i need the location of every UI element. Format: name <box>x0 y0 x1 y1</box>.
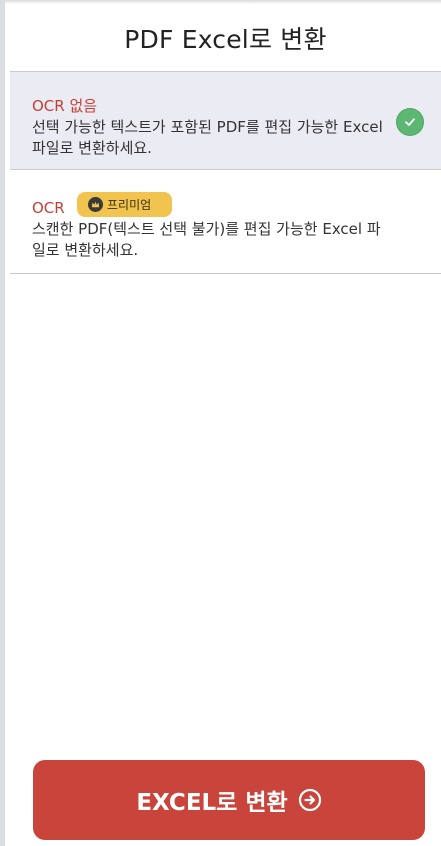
crown-icon <box>88 197 103 212</box>
convert-to-excel-button[interactable]: EXCEL로 변환 <box>33 760 425 840</box>
arrow-right-circle-icon <box>298 788 321 812</box>
premium-badge: 프리미엄 <box>77 192 172 217</box>
conversion-panel: PDF Excel로 변환 OCR 없음 선택 가능한 텍스트가 포함된 PDF… <box>0 0 441 846</box>
check-icon <box>397 109 423 135</box>
option-description: 선택 가능한 텍스트가 포함된 PDF를 편집 가능한 Excel 파일로 변환… <box>32 118 383 157</box>
premium-badge-label: 프리미엄 <box>107 198 152 212</box>
convert-button-label: EXCEL로 변환 <box>136 790 288 816</box>
option-no-ocr[interactable]: OCR 없음 선택 가능한 텍스트가 포함된 PDF를 편집 가능한 Excel… <box>10 72 441 170</box>
page-title: PDF Excel로 변환 <box>124 25 327 54</box>
option-title: OCR <box>32 199 65 217</box>
top-shadow <box>5 0 441 4</box>
option-title: OCR 없음 <box>32 97 98 115</box>
option-description: 스캔한 PDF(텍스트 선택 불가)를 편집 가능한 Excel 파일로 변환하… <box>32 220 381 259</box>
option-ocr[interactable]: OCR 프리미엄 스캔한 PDF(텍스트 선택 불가)를 편집 가능한 Exce… <box>10 170 441 274</box>
